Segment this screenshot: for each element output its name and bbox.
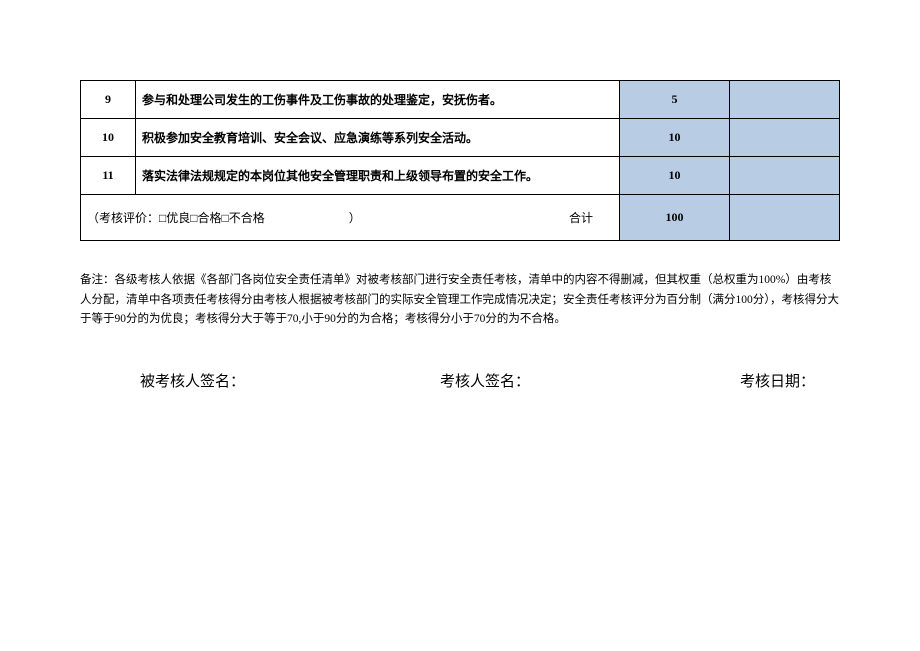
row-score: 10 [620,157,730,195]
row-score: 5 [620,81,730,119]
table-row: 9 参与和处理公司发生的工伤事件及工伤事故的处理鉴定，安抚伤者。 5 [81,81,840,119]
signature-assessor: 考核人签名： [440,370,740,391]
total-blank [730,195,840,241]
total-label: 合计 [569,209,613,226]
row-blank [730,157,840,195]
signature-assessed: 被考核人签名： [140,370,440,391]
row-blank [730,81,840,119]
row-score: 10 [620,119,730,157]
page-content: 9 参与和处理公司发生的工伤事件及工伤事故的处理鉴定，安抚伤者。 5 10 积极… [0,0,920,391]
assessment-table: 9 参与和处理公司发生的工伤事件及工伤事故的处理鉴定，安抚伤者。 5 10 积极… [80,80,840,241]
row-number: 10 [81,119,136,157]
table-row: 10 积极参加安全教育培训、安全会议、应急演练等系列安全活动。 10 [81,119,840,157]
row-number: 11 [81,157,136,195]
total-score: 100 [620,195,730,241]
row-blank [730,119,840,157]
evaluation-cell: （考核评价：□优良□合格□不合格 ） 合计 [81,195,620,241]
evaluation-row: （考核评价：□优良□合格□不合格 ） 合计 100 [81,195,840,241]
evaluation-label: （考核评价：□优良□合格□不合格 ） [87,211,361,225]
table-row: 11 落实法律法规规定的本岗位其他安全管理职责和上级领导布置的安全工作。 10 [81,157,840,195]
row-number: 9 [81,81,136,119]
signature-row: 被考核人签名： 考核人签名： 考核日期： [80,370,840,391]
row-description: 落实法律法规规定的本岗位其他安全管理职责和上级领导布置的安全工作。 [136,157,620,195]
row-description: 参与和处理公司发生的工伤事件及工伤事故的处理鉴定，安抚伤者。 [136,81,620,119]
footnote: 备注：各级考核人依据《各部门各岗位安全责任清单》对被考核部门进行安全责任考核，清… [80,271,840,330]
row-description: 积极参加安全教育培训、安全会议、应急演练等系列安全活动。 [136,119,620,157]
signature-date: 考核日期： [740,370,840,391]
